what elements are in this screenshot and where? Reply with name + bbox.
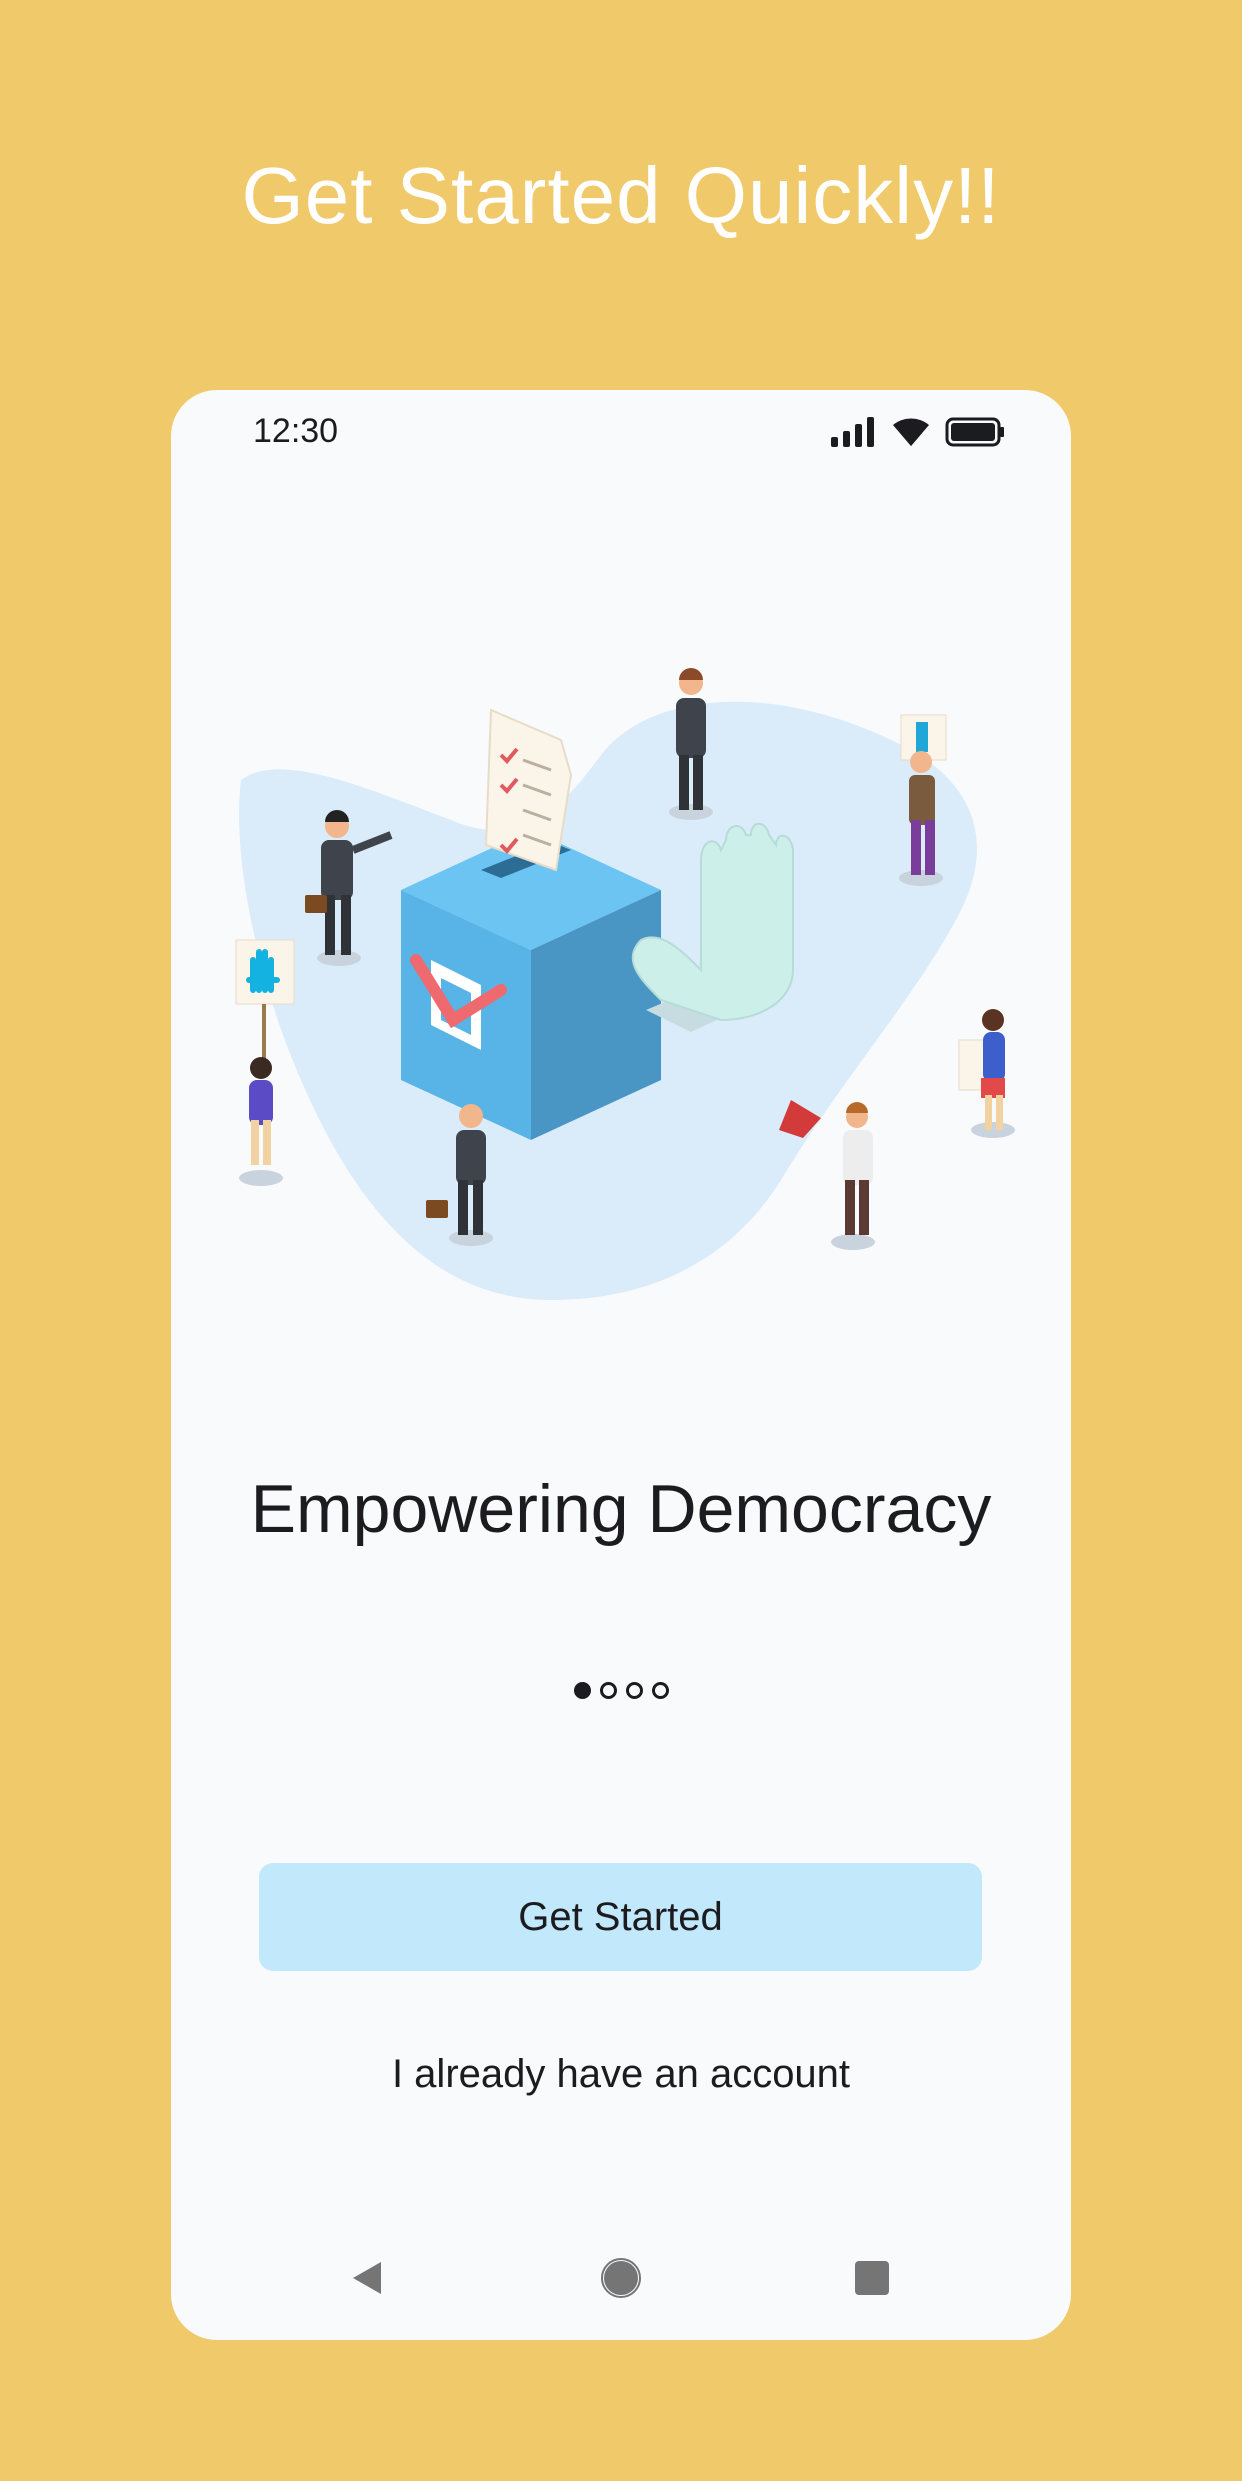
person-reading <box>958 1009 1015 1138</box>
wifi-icon <box>893 418 929 446</box>
status-bar: 12:30 <box>171 390 1071 480</box>
person-with-hand-sign <box>235 939 295 1186</box>
ballot-paper <box>484 708 573 872</box>
page-dot[interactable] <box>599 1682 617 1699</box>
status-icons <box>831 412 1005 452</box>
navigation-bar <box>171 2230 1071 2340</box>
ballot-box <box>401 830 661 1140</box>
phone-screen: 12:30 Empowering Democracy Get Started I… <box>171 390 1071 2340</box>
person-megaphone <box>779 1100 875 1250</box>
back-icon[interactable] <box>349 2258 387 2298</box>
home-icon[interactable] <box>601 2258 641 2298</box>
page-dot[interactable] <box>625 1682 643 1699</box>
get-started-button[interactable]: Get Started <box>259 1863 982 1971</box>
page-dot-active[interactable] <box>573 1682 591 1699</box>
page-dot[interactable] <box>651 1682 669 1699</box>
status-time: 12:30 <box>253 412 339 450</box>
headline: Get Started Quickly!! <box>241 151 1001 240</box>
existing-account-link[interactable]: I already have an account <box>171 2052 1071 2097</box>
battery-icon <box>945 417 1004 447</box>
onboarding-title: Empowering Democracy <box>250 1471 992 1547</box>
page-indicator <box>171 1682 1071 1699</box>
voting-illustration <box>235 668 1015 1300</box>
recents-icon[interactable] <box>853 2258 891 2298</box>
signal-icon <box>831 417 874 447</box>
